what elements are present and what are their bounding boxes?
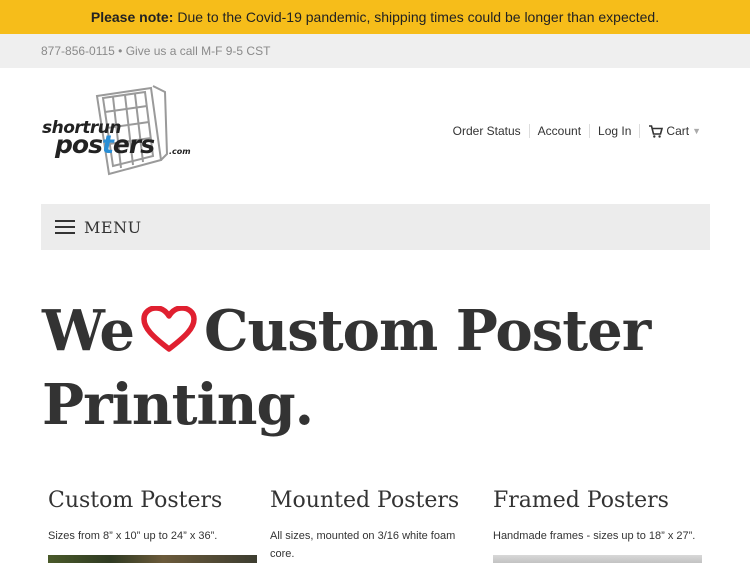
product-custom-posters[interactable]: Custom Posters Sizes from 8” x 10” up to… [48, 488, 263, 563]
hero-words-custom-poster: Custom Poster [203, 298, 651, 364]
site-logo[interactable]: shortrun posters .com [41, 84, 191, 180]
product-image[interactable] [493, 555, 702, 563]
product-desc: Handmade frames - sizes up to 18” x 27”. [493, 530, 696, 542]
contact-info: 877-856-0115 • Give us a call M-F 9-5 CS… [41, 44, 271, 58]
product-framed-posters[interactable]: Framed Posters Handmade frames - sizes u… [493, 488, 708, 563]
account-nav: Order Status Account Log In Cart ▼ [445, 124, 701, 138]
hamburger-icon [55, 220, 75, 234]
logo-ers: ers [112, 130, 155, 159]
cart-label: Cart [666, 124, 690, 138]
product-desc: All sizes, mounted on 3/16 white foam co… [270, 530, 456, 560]
logo-suffix: .com [169, 147, 191, 156]
product-title[interactable]: Framed Posters [493, 488, 708, 513]
product-desc: Sizes from 8” x 10” up to 24” x 36”. [48, 530, 218, 542]
heart-icon [140, 300, 198, 370]
product-image[interactable] [48, 555, 257, 563]
hero-heading: We Custom Poster Printing. [42, 296, 722, 440]
menu-toggle[interactable]: MENU [41, 204, 710, 250]
product-title[interactable]: Mounted Posters [270, 488, 485, 513]
product-title[interactable]: Custom Posters [48, 488, 263, 513]
nav-order-status[interactable]: Order Status [445, 124, 529, 138]
product-mounted-posters[interactable]: Mounted Posters All sizes, mounted on 3/… [270, 488, 485, 563]
logo-line-2: posters [55, 130, 155, 159]
hero-word-we: We [42, 298, 135, 364]
nav-log-in[interactable]: Log In [589, 124, 639, 138]
nav-account[interactable]: Account [528, 124, 589, 138]
covid-notice-banner: Please note: Due to the Covid-19 pandemi… [0, 0, 750, 34]
menu-label: MENU [84, 217, 142, 237]
notice-text: Due to the Covid-19 pandemic, shipping t… [177, 9, 660, 25]
contact-bar: 877-856-0115 • Give us a call M-F 9-5 CS… [0, 34, 750, 68]
chevron-down-icon: ▼ [692, 126, 701, 136]
notice-strong: Please note: [90, 9, 174, 25]
cart-button[interactable]: Cart ▼ [639, 124, 701, 138]
logo-t: t [101, 130, 114, 159]
hero-line-2: Printing. [42, 372, 314, 438]
cart-icon [649, 124, 664, 138]
logo-pos: pos [55, 130, 103, 159]
